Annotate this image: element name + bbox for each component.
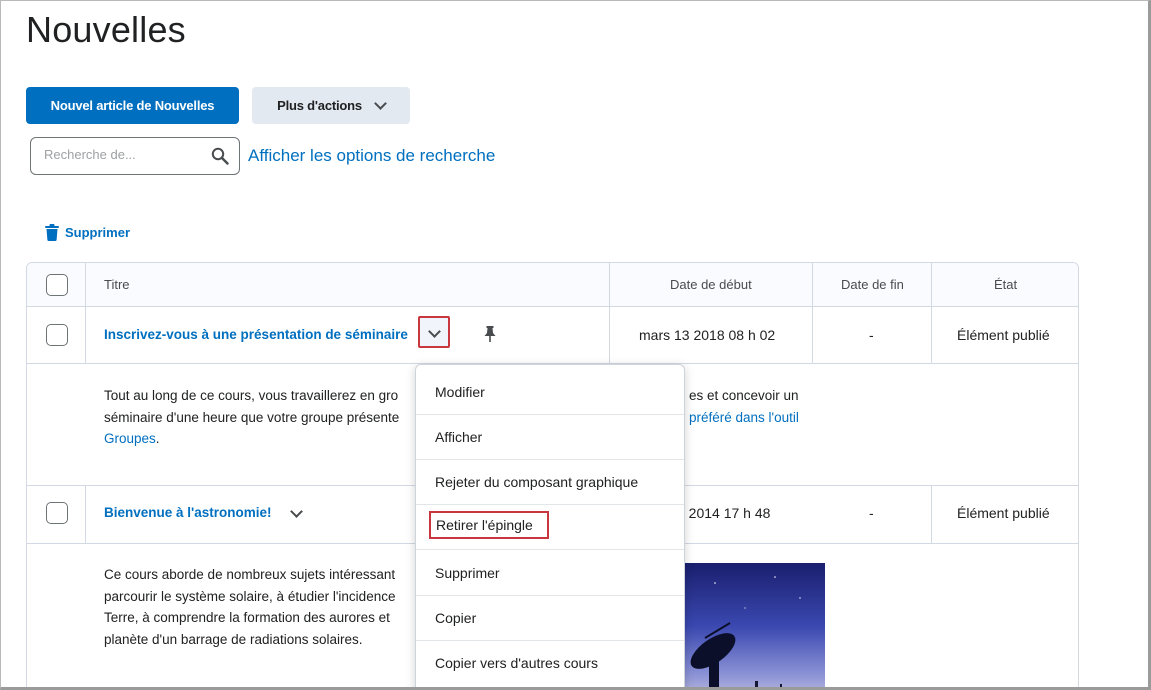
menu-item-label: Retirer l'épingle	[429, 511, 549, 539]
body-link[interactable]: préféré dans l'outil	[689, 410, 799, 425]
radio-telescope-image	[685, 563, 825, 687]
more-actions-label: Plus d'actions	[277, 98, 362, 113]
news-item-body-tail: es et concevoir un préféré dans l'outil	[689, 385, 799, 428]
menu-item-label: Copier	[435, 610, 477, 626]
item-actions-menu: Modifier Afficher Rejeter du composant g…	[415, 364, 685, 687]
body-text: .	[155, 431, 160, 446]
menu-item-dismiss-widget[interactable]: Rejeter du composant graphique	[416, 460, 684, 505]
menu-item-label: Supprimer	[435, 565, 500, 581]
start-date-cell: 2 2014 17 h 48	[677, 505, 771, 521]
pin-icon[interactable]	[483, 326, 497, 342]
select-all-checkbox[interactable]	[46, 274, 68, 296]
more-actions-button[interactable]: Plus d'actions	[252, 87, 410, 124]
menu-item-edit[interactable]: Modifier	[416, 370, 684, 415]
menu-item-unpin[interactable]: Retirer l'épingle	[416, 505, 684, 550]
trash-icon	[45, 224, 59, 241]
news-item-title-link[interactable]: Inscrivez-vous à une présentation de sém…	[104, 327, 408, 342]
app-window: Nouvelles Nouvel article de Nouvelles Pl…	[0, 0, 1151, 690]
column-divider	[931, 263, 932, 363]
item-actions-button[interactable]	[418, 316, 450, 348]
chevron-down-icon	[290, 505, 303, 518]
body-text: es et concevoir un	[689, 388, 799, 403]
chevron-down-icon	[374, 96, 387, 110]
column-divider	[931, 485, 932, 543]
menu-item-label: Copier vers d'autres cours	[435, 655, 598, 671]
start-date-cell: mars 13 2018 08 h 02	[639, 327, 776, 343]
menu-item-view[interactable]: Afficher	[416, 415, 684, 460]
column-header-start-date[interactable]: Date de début	[670, 277, 752, 292]
bulk-delete-label: Supprimer	[65, 225, 131, 240]
column-header-end-date[interactable]: Date de fin	[841, 277, 904, 292]
news-item-title-link[interactable]: Bienvenue à l'astronomie!	[104, 505, 272, 520]
column-divider	[609, 263, 610, 363]
search-input[interactable]	[44, 147, 204, 162]
end-date-cell: -	[869, 505, 874, 521]
search-field[interactable]	[30, 137, 240, 175]
menu-item-copy-to-other-courses[interactable]: Copier vers d'autres cours	[416, 641, 684, 686]
bulk-delete-button[interactable]: Supprimer	[45, 224, 130, 241]
groups-link[interactable]: Groupes	[104, 431, 156, 446]
show-search-options-link[interactable]: Afficher les options de recherche	[248, 146, 495, 166]
item-actions-button[interactable]	[282, 499, 312, 529]
row-checkbox[interactable]	[46, 324, 68, 346]
menu-item-label: Afficher	[435, 429, 483, 445]
column-divider	[85, 485, 86, 543]
state-cell: Élément publié	[957, 327, 1050, 343]
column-divider	[812, 263, 813, 363]
chevron-down-icon	[428, 325, 441, 338]
body-text: parcourir le système solaire, à étudier …	[104, 588, 396, 604]
body-text: Terre, à comprendre la formation des aur…	[104, 610, 390, 625]
end-date-cell: -	[869, 327, 874, 343]
news-item-body: Tout au long de ce cours, vous travaille…	[104, 385, 399, 450]
search-icon[interactable]	[211, 147, 229, 165]
column-divider	[85, 263, 86, 363]
new-news-item-button[interactable]: Nouvel article de Nouvelles	[26, 87, 239, 124]
column-header-title[interactable]: Titre	[104, 277, 130, 292]
news-item-body: Ce cours aborde de nombreux sujets intér…	[104, 564, 395, 650]
state-cell: Élément publié	[957, 505, 1050, 521]
body-text: Ce cours aborde de nombreux sujets intér…	[104, 567, 396, 582]
body-text: séminaire d'une heure que votre groupe p…	[104, 409, 400, 425]
menu-item-label: Modifier	[435, 384, 485, 400]
menu-item-copy[interactable]: Copier	[416, 596, 684, 641]
menu-item-label: Rejeter du composant graphique	[435, 474, 639, 490]
menu-item-delete[interactable]: Supprimer	[416, 551, 684, 596]
page-title: Nouvelles	[26, 9, 186, 50]
column-header-state[interactable]: État	[994, 277, 1017, 292]
table-header	[27, 263, 1078, 307]
body-text: planète d'un barrage de radiations solai…	[104, 631, 363, 647]
row-checkbox[interactable]	[46, 502, 68, 524]
body-text: Tout au long de ce cours, vous travaille…	[104, 388, 399, 403]
